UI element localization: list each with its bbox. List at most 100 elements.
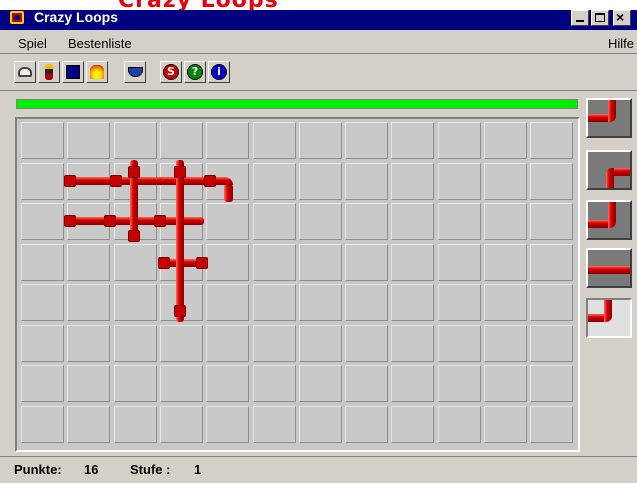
app-icon[interactable]: [10, 11, 24, 24]
minimize-button[interactable]: [571, 10, 589, 26]
board-cell[interactable]: [484, 324, 527, 362]
menu-spiel[interactable]: Spiel: [18, 36, 47, 51]
board-cell[interactable]: [437, 284, 481, 321]
board-cell[interactable]: [21, 203, 64, 240]
board-cell[interactable]: [530, 203, 574, 240]
board-cell[interactable]: [21, 365, 64, 402]
board-cell[interactable]: [530, 162, 574, 200]
board-cell[interactable]: [21, 284, 64, 321]
new-game-button[interactable]: [14, 61, 36, 83]
info-button[interactable]: i: [208, 61, 230, 83]
bucket-button[interactable]: [124, 61, 146, 83]
save-button[interactable]: [62, 61, 84, 83]
board-cell[interactable]: [252, 324, 296, 362]
board-cell[interactable]: [437, 324, 481, 362]
menu-hilfe[interactable]: Hilfe: [608, 36, 634, 51]
board-cell[interactable]: [67, 405, 111, 443]
board-cell[interactable]: [437, 122, 481, 159]
board-cell[interactable]: [113, 324, 157, 362]
board-cell[interactable]: [113, 284, 157, 321]
board-cell[interactable]: [206, 243, 250, 281]
board-cell[interactable]: [206, 405, 250, 443]
board-cell[interactable]: [530, 243, 574, 281]
board-cell[interactable]: [345, 324, 389, 362]
stop-button[interactable]: S: [160, 61, 182, 83]
board-cell[interactable]: [21, 122, 64, 159]
board-cell[interactable]: [159, 122, 203, 159]
board-cell[interactable]: [206, 203, 250, 240]
board-cell[interactable]: [391, 122, 435, 159]
board-cell[interactable]: [298, 284, 342, 321]
board-cell[interactable]: [298, 203, 342, 240]
board-cell[interactable]: [391, 405, 435, 443]
board-cell[interactable]: [67, 324, 111, 362]
board-cell[interactable]: [113, 122, 157, 159]
board-cell[interactable]: [530, 122, 574, 159]
board-cell[interactable]: [484, 365, 527, 402]
board-cell[interactable]: [252, 162, 296, 200]
board-cell[interactable]: [437, 162, 481, 200]
board-cell[interactable]: [345, 243, 389, 281]
board-cell[interactable]: [345, 122, 389, 159]
board-cell[interactable]: [391, 284, 435, 321]
board-cell[interactable]: [484, 203, 527, 240]
menu-bestenliste[interactable]: Bestenliste: [68, 36, 132, 51]
board-cell[interactable]: [437, 405, 481, 443]
maximize-button[interactable]: [591, 10, 609, 26]
board-cell[interactable]: [67, 122, 111, 159]
board-cell[interactable]: [159, 365, 203, 402]
board-cell[interactable]: [252, 122, 296, 159]
board-cell[interactable]: [484, 284, 527, 321]
board-cell[interactable]: [484, 243, 527, 281]
fire-button[interactable]: [86, 61, 108, 83]
board-cell[interactable]: [252, 365, 296, 402]
board-cell[interactable]: [391, 203, 435, 240]
board-cell[interactable]: [298, 243, 342, 281]
board-cell[interactable]: [298, 365, 342, 402]
board-cell[interactable]: [530, 284, 574, 321]
board-cell[interactable]: [345, 162, 389, 200]
board-cell[interactable]: [252, 203, 296, 240]
board-cell[interactable]: [21, 243, 64, 281]
board-cell[interactable]: [67, 365, 111, 402]
board-cell[interactable]: [437, 365, 481, 402]
board-cell[interactable]: [159, 324, 203, 362]
board-cell[interactable]: [345, 405, 389, 443]
board-cell[interactable]: [113, 365, 157, 402]
board-cell[interactable]: [252, 405, 296, 443]
board-cell[interactable]: [67, 243, 111, 281]
close-button[interactable]: ×: [613, 9, 631, 26]
board-cell[interactable]: [391, 243, 435, 281]
board-cell[interactable]: [391, 324, 435, 362]
help-button[interactable]: ?: [184, 61, 206, 83]
board-cell[interactable]: [298, 122, 342, 159]
board-cell[interactable]: [252, 243, 296, 281]
board-cell[interactable]: [21, 324, 64, 362]
board-cell[interactable]: [159, 405, 203, 443]
board-cell[interactable]: [206, 324, 250, 362]
player-button[interactable]: [38, 61, 60, 83]
board-cell[interactable]: [298, 324, 342, 362]
board-cell[interactable]: [345, 203, 389, 240]
board-cell[interactable]: [484, 162, 527, 200]
board-cell[interactable]: [21, 162, 64, 200]
board-cell[interactable]: [391, 365, 435, 402]
board-cell[interactable]: [345, 284, 389, 321]
board-cell[interactable]: [113, 405, 157, 443]
board-cell[interactable]: [437, 243, 481, 281]
board-cell[interactable]: [206, 365, 250, 402]
board-cell[interactable]: [530, 405, 574, 443]
board-cell[interactable]: [252, 284, 296, 321]
board-cell[interactable]: [530, 365, 574, 402]
board-cell[interactable]: [391, 162, 435, 200]
board-cell[interactable]: [113, 243, 157, 281]
board-cell[interactable]: [21, 405, 64, 443]
board-cell[interactable]: [437, 203, 481, 240]
board-cell[interactable]: [206, 284, 250, 321]
board-cell[interactable]: [345, 365, 389, 402]
board-cell[interactable]: [298, 405, 342, 443]
board-cell[interactable]: [484, 122, 527, 159]
board-cell[interactable]: [206, 122, 250, 159]
board-cell[interactable]: [298, 162, 342, 200]
board-cell[interactable]: [484, 405, 527, 443]
